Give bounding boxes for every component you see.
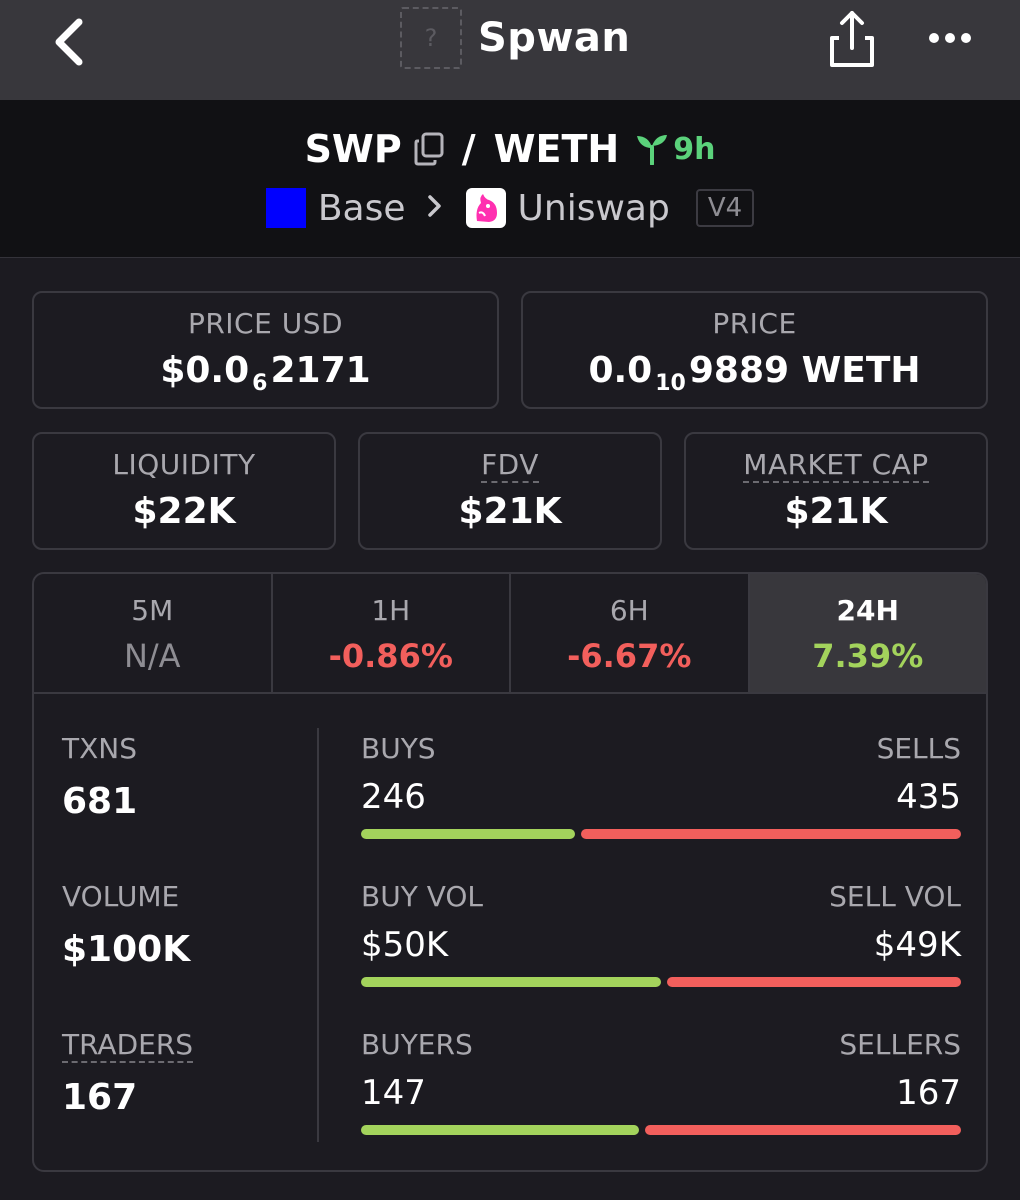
chain-name[interactable]: Base: [318, 188, 406, 229]
base-token-symbol: SWP: [304, 127, 402, 171]
placeholder-question-mark: ?: [424, 24, 438, 52]
buys-bar-fill: [361, 829, 575, 839]
chain-logo: [265, 188, 306, 228]
traders-value: 167: [62, 1077, 138, 1118]
pair-separator: /: [461, 127, 476, 171]
more-options-button[interactable]: [920, 12, 980, 64]
tab-change-value: N/A: [123, 637, 181, 675]
price-native-value: 0.0 109889 WETH: [523, 350, 986, 396]
traders-metric[interactable]: TRADERS 167: [62, 1028, 194, 1118]
buyers-sellers-split: BUYERS SELLERS 147 167: [361, 1028, 961, 1135]
token-logo-placeholder: ?: [400, 7, 462, 69]
market-cap-value: $21K: [784, 491, 888, 532]
buy-volume-bar-fill: [361, 977, 661, 987]
market-cap-card[interactable]: MARKET CAP $21K: [684, 432, 988, 550]
sell-volume-value: $49K: [873, 925, 961, 965]
sellers-label: SELLERS: [839, 1028, 961, 1061]
txns-label: TXNS: [62, 732, 138, 765]
price-native-label: PRICE: [712, 307, 797, 340]
sells-value: 435: [896, 777, 961, 817]
page-title: Spwan: [478, 15, 631, 61]
top-nav-bar: ? Spwan: [0, 0, 1020, 100]
more-horizontal-icon: [929, 33, 971, 43]
share-icon: [830, 11, 874, 67]
uniswap-unicorn-icon: [465, 188, 506, 228]
fdv-value: $21K: [458, 491, 562, 532]
price-native-prefix: 0.0: [588, 350, 653, 391]
fdv-card[interactable]: FDV $21K: [358, 432, 662, 550]
tab-change-value: -0.86%: [328, 637, 453, 675]
price-usd-label: PRICE USD: [187, 307, 344, 340]
buyers-label: BUYERS: [361, 1028, 473, 1061]
timeframe-tabs: 5M N/A 1H -0.86% 6H -6.67% 24H 7.39%: [34, 574, 986, 694]
tab-label: 24H: [836, 594, 899, 627]
chain-breadcrumb: Base Uniswap V4: [0, 184, 1020, 232]
price-native-card: PRICE 0.0 109889 WETH: [521, 291, 988, 409]
tab-label: 6H: [609, 594, 649, 627]
buyers-value: 147: [361, 1073, 426, 1113]
txns-value: 681: [62, 781, 138, 822]
buy-sell-volume-split: BUY VOL SELL VOL $50K $49K: [361, 880, 961, 987]
liquidity-value: $22K: [132, 491, 236, 532]
tab-24h[interactable]: 24H 7.39%: [749, 574, 986, 692]
tab-label: 5M: [131, 594, 174, 627]
dex-version-badge: V4: [695, 189, 755, 227]
volume-value: $100K: [62, 929, 191, 970]
tab-change-value: 7.39%: [812, 637, 924, 675]
price-usd-zero-count: 6: [252, 371, 268, 396]
tab-5m[interactable]: 5M N/A: [34, 574, 273, 692]
pair-age-text: 9h: [673, 131, 716, 167]
buyers-bar-fill: [361, 1125, 639, 1135]
market-cap-label[interactable]: MARKET CAP: [743, 448, 929, 483]
buys-sells-split: BUYS SELLS 246 435: [361, 732, 961, 839]
back-button[interactable]: [40, 12, 100, 72]
share-button[interactable]: [824, 6, 880, 70]
dex-name[interactable]: Uniswap: [518, 188, 670, 229]
sprout-icon: [637, 135, 668, 165]
pair-header: SWP / WETH 9h Base Uniswap V4: [0, 100, 1020, 258]
buys-label: BUYS: [361, 732, 436, 765]
volume-bar: [361, 977, 961, 987]
pair-age: 9h: [635, 132, 715, 167]
sell-volume-label: SELL VOL: [829, 880, 961, 913]
transactions-panel: TXNS 681 VOLUME $100K TRADERS 167 BUYS S…: [34, 696, 986, 1170]
price-usd-card: PRICE USD $0.0 62171: [32, 291, 499, 409]
chevron-left-icon: [55, 18, 83, 66]
price-usd-prefix: $0.0: [160, 350, 250, 391]
buy-volume-label: BUY VOL: [361, 880, 484, 913]
sell-volume-bar-fill: [667, 977, 961, 987]
liquidity-card: LIQUIDITY $22K: [32, 432, 336, 550]
buys-sells-bar: [361, 829, 961, 839]
price-usd-digits: 2171: [270, 350, 371, 391]
tab-change-value: -6.67%: [567, 637, 692, 675]
tab-1h[interactable]: 1H -0.86%: [273, 574, 511, 692]
nav-title-group: ? Spwan: [400, 6, 630, 70]
tab-label: 1H: [371, 594, 411, 627]
sellers-value: 167: [896, 1073, 961, 1113]
traders-bar: [361, 1125, 961, 1135]
txns-metric: TXNS 681: [62, 732, 137, 822]
pair-title: SWP / WETH 9h: [0, 122, 1020, 176]
volume-label: VOLUME: [62, 880, 180, 913]
panel-divider: [317, 728, 319, 1142]
sellers-bar-fill: [645, 1125, 961, 1135]
sells-bar-fill: [581, 829, 961, 839]
chevron-right-icon: [426, 191, 442, 226]
buy-volume-value: $50K: [361, 925, 449, 965]
timeframe-stats-card: 5M N/A 1H -0.86% 6H -6.67% 24H 7.39% TXN…: [32, 572, 988, 1172]
traders-label[interactable]: TRADERS: [62, 1028, 194, 1063]
liquidity-label: LIQUIDITY: [112, 448, 256, 481]
volume-metric: VOLUME $100K: [62, 880, 190, 970]
tab-6h[interactable]: 6H -6.67%: [511, 574, 750, 692]
quote-token-symbol: WETH: [493, 127, 620, 171]
price-native-digits: 9889 WETH: [688, 350, 921, 391]
price-native-zero-count: 10: [655, 371, 686, 396]
fdv-label[interactable]: FDV: [481, 448, 539, 483]
copy-icon[interactable]: [414, 132, 444, 166]
price-usd-value: $0.0 62171: [34, 350, 497, 396]
sells-label: SELLS: [876, 732, 961, 765]
buys-value: 246: [361, 777, 426, 817]
